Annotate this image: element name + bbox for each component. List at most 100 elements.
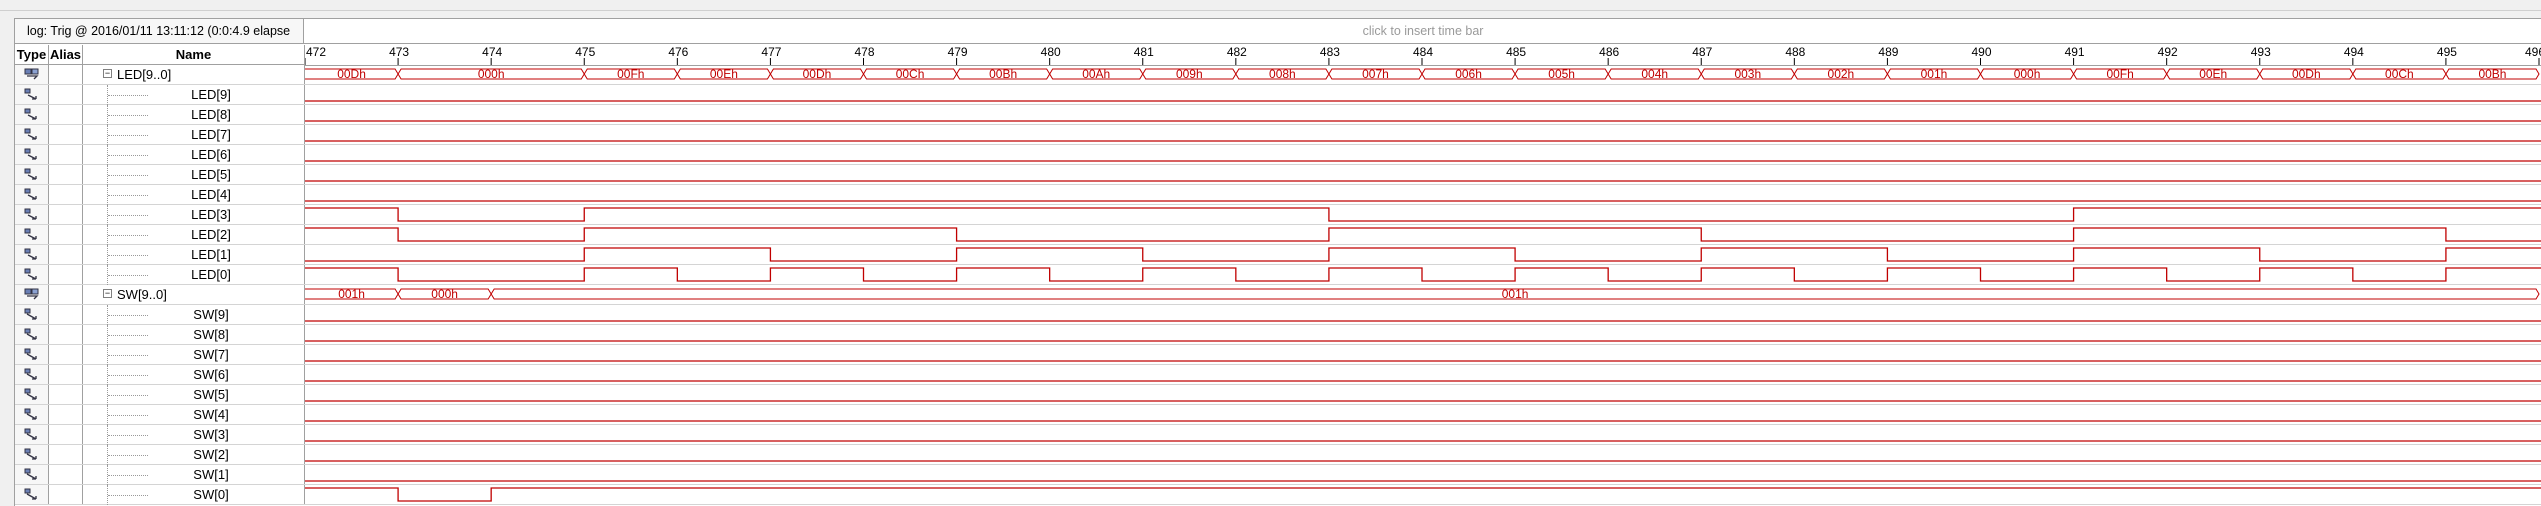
signal-alias-cell[interactable]: [49, 465, 83, 484]
bit-signal-row[interactable]: LED[4]: [15, 185, 305, 205]
signal-alias-cell[interactable]: [49, 345, 83, 364]
signal-name-cell[interactable]: SW[0]: [83, 485, 305, 505]
signal-alias-cell[interactable]: [49, 165, 83, 184]
signal-alias-cell[interactable]: [49, 145, 83, 164]
signal-alias-cell[interactable]: [49, 405, 83, 424]
signal-name: SW[6]: [193, 367, 229, 382]
bit-signal-row[interactable]: SW[8]: [15, 325, 305, 345]
bit-signal-row[interactable]: LED[3]: [15, 205, 305, 225]
signal-alias-cell[interactable]: [49, 245, 83, 264]
signal-type-cell: [15, 165, 49, 184]
bit-signal-row[interactable]: SW[3]: [15, 425, 305, 445]
signal-alias-cell[interactable]: [49, 125, 83, 144]
bus-value-label: 007h: [1362, 67, 1389, 81]
bit-signal-row[interactable]: SW[1]: [15, 465, 305, 485]
bus-value-label: 004h: [1641, 67, 1668, 81]
signal-name-cell[interactable]: LED[4]: [83, 185, 305, 205]
insert-time-bar-area[interactable]: click to insert time bar: [304, 19, 2541, 43]
column-type-header[interactable]: Type: [15, 45, 49, 64]
signal-name-cell[interactable]: LED[5]: [83, 165, 305, 185]
bus-value-label: 000h: [2014, 67, 2041, 81]
signal-name-cell[interactable]: SW[8]: [83, 325, 305, 345]
signal-type-cell: [15, 485, 49, 504]
signal-type-cell: [15, 205, 49, 224]
bit-signal-row[interactable]: SW[7]: [15, 345, 305, 365]
bus-signal-row[interactable]: − LED[9..0]: [15, 65, 305, 85]
signal-name-cell[interactable]: LED[3]: [83, 205, 305, 225]
signal-alias-cell[interactable]: [49, 205, 83, 224]
collapse-toggle-icon[interactable]: −: [103, 69, 112, 78]
signal-name-cell[interactable]: SW[5]: [83, 385, 305, 405]
bus-value-label: 00Dh: [337, 67, 366, 81]
bit-waveform: [305, 487, 2541, 502]
bit-signal-row[interactable]: LED[5]: [15, 165, 305, 185]
signal-name-cell[interactable]: SW[7]: [83, 345, 305, 365]
signal-alias-cell[interactable]: [49, 385, 83, 404]
signal-alias-cell[interactable]: [49, 425, 83, 444]
signal-name-cell[interactable]: − SW[9..0]: [83, 285, 305, 304]
signal-name-cell[interactable]: LED[9]: [83, 85, 305, 105]
ruler-tick-label: 489: [1878, 45, 1898, 59]
bus-value-label: 00Eh: [710, 67, 738, 81]
signal-name: SW[2]: [193, 447, 229, 462]
top-scrollbar[interactable]: [0, 0, 2541, 11]
signal-name-cell[interactable]: LED[8]: [83, 105, 305, 125]
signal-alias-cell[interactable]: [49, 265, 83, 284]
signal-name-cell[interactable]: LED[6]: [83, 145, 305, 165]
signal-alias-cell[interactable]: [49, 185, 83, 204]
bit-signal-row[interactable]: LED[0]: [15, 265, 305, 285]
signal-name: LED[8]: [191, 107, 231, 122]
ruler-tick-label: 485: [1506, 45, 1526, 59]
signal-name-cell[interactable]: SW[1]: [83, 465, 305, 485]
bit-signal-row[interactable]: SW[9]: [15, 305, 305, 325]
signal-alias-cell[interactable]: [49, 305, 83, 324]
signal-alias-cell[interactable]: [49, 325, 83, 344]
waveform-area[interactable]: 00Dh 000h 00Fh 00Eh 00Dh 00Ch 00Bh 00Ah 009h 008h…: [305, 65, 2541, 506]
bit-signal-row[interactable]: LED[8]: [15, 105, 305, 125]
signal-type-cell: [15, 245, 49, 264]
signal-name-cell[interactable]: LED[1]: [83, 245, 305, 265]
signal-name-cell[interactable]: − LED[9..0]: [83, 65, 305, 84]
collapse-toggle-icon[interactable]: −: [103, 289, 112, 298]
bit-waveform: [305, 227, 2541, 242]
signal-name-cell[interactable]: LED[7]: [83, 125, 305, 145]
signal-name-cell[interactable]: LED[2]: [83, 225, 305, 245]
signal-name-cell[interactable]: SW[4]: [83, 405, 305, 425]
ruler-tick-label: 495: [2437, 45, 2457, 59]
signal-name-cell[interactable]: SW[2]: [83, 445, 305, 465]
bit-signal-row[interactable]: LED[7]: [15, 125, 305, 145]
signal-name-cell[interactable]: SW[3]: [83, 425, 305, 445]
signal-type-cell: [15, 265, 49, 284]
signal-type-cell: [15, 285, 49, 304]
ruler-tick-label: 481: [1134, 45, 1154, 59]
ruler-tick-label: 487: [1692, 45, 1712, 59]
bit-signal-row[interactable]: SW[6]: [15, 365, 305, 385]
ruler-tick-label: 475: [575, 45, 595, 59]
bit-signal-row[interactable]: SW[4]: [15, 405, 305, 425]
time-ruler[interactable]: 472 473 474 475 476 477 478 479 480 481 482 483 484 4…: [305, 45, 2541, 66]
signal-alias-cell[interactable]: [49, 485, 83, 504]
bit-signal-row[interactable]: SW[5]: [15, 385, 305, 405]
signal-alias-cell[interactable]: [49, 225, 83, 244]
column-alias-header[interactable]: Alias: [49, 45, 83, 64]
signal-alias-cell[interactable]: [49, 285, 83, 304]
signal-alias-cell[interactable]: [49, 65, 83, 84]
signal-name-cell[interactable]: SW[6]: [83, 365, 305, 385]
column-name-header[interactable]: Name: [83, 45, 305, 64]
ruler-tick-label: 473: [389, 45, 409, 59]
signal-name-cell[interactable]: SW[9]: [83, 305, 305, 325]
bus-signal-row[interactable]: − SW[9..0]: [15, 285, 305, 305]
bit-signal-row[interactable]: LED[9]: [15, 85, 305, 105]
bit-signal-row[interactable]: LED[2]: [15, 225, 305, 245]
ruler-tick-label: 491: [2065, 45, 2085, 59]
bit-signal-row[interactable]: SW[0]: [15, 485, 305, 505]
signal-alias-cell[interactable]: [49, 445, 83, 464]
signal-alias-cell[interactable]: [49, 365, 83, 384]
bit-signal-row[interactable]: LED[1]: [15, 245, 305, 265]
bit-signal-row[interactable]: LED[6]: [15, 145, 305, 165]
signal-name-cell[interactable]: LED[0]: [83, 265, 305, 285]
bit-signal-row[interactable]: SW[2]: [15, 445, 305, 465]
signal-name: LED[1]: [191, 247, 231, 262]
signal-alias-cell[interactable]: [49, 105, 83, 124]
signal-alias-cell[interactable]: [49, 85, 83, 104]
